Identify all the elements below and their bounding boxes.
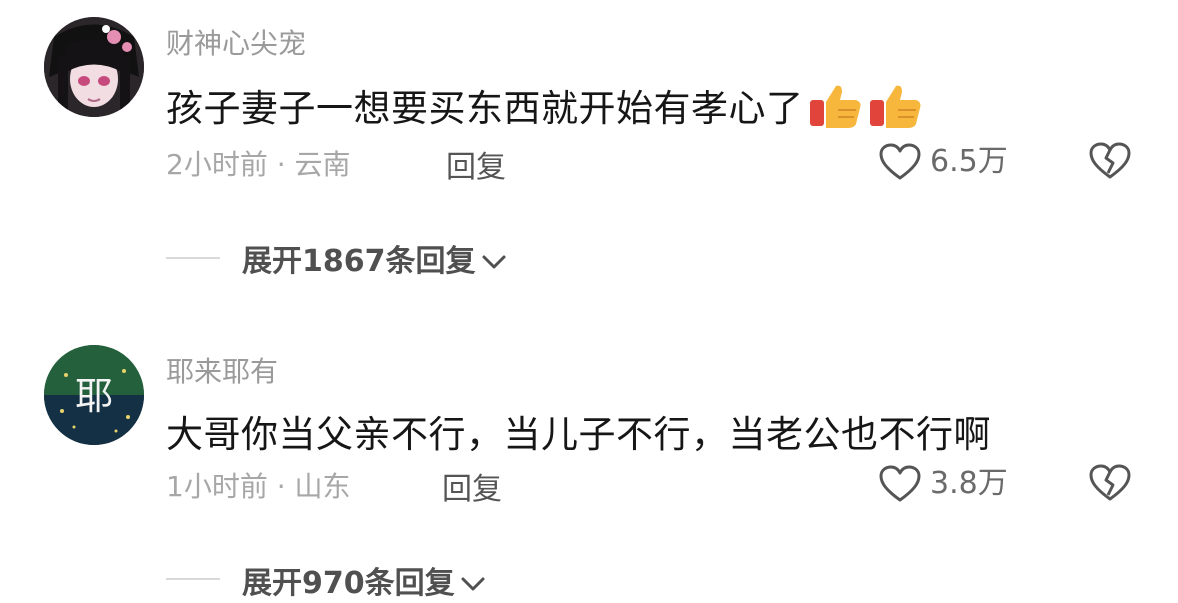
comment-text: 孩子妻子一想要买东西就开始有孝心了 — [166, 78, 924, 139]
expand-divider — [166, 257, 220, 259]
expand-replies-button[interactable]: 展开970条回复 — [242, 558, 487, 602]
like-button[interactable]: 3.8万 — [878, 464, 1028, 504]
chevron-down-icon — [480, 245, 508, 280]
dislike-button[interactable] — [1088, 463, 1132, 507]
comment-text: 大哥你当父亲不行，当儿子不行，当老公也不行啊 — [166, 413, 991, 456]
username[interactable]: 耶来耶有 — [166, 350, 278, 390]
reply-button[interactable]: 回复 — [442, 464, 502, 508]
broken-heart-icon — [1089, 142, 1131, 179]
expand-replies-button[interactable]: 展开1867条回复 — [242, 236, 508, 280]
broken-heart-icon — [1089, 464, 1131, 501]
avatar-illustration — [44, 17, 144, 117]
time-location: 1小时前 · 山东 — [166, 470, 351, 503]
expand-replies-label: 展开1867条回复 — [242, 244, 476, 279]
avatar[interactable] — [44, 17, 144, 117]
heart-icon — [879, 465, 921, 502]
expand-replies-label: 展开970条回复 — [242, 566, 455, 601]
avatar[interactable]: 耶 — [44, 345, 144, 445]
like-count: 6.5万 — [930, 144, 1008, 179]
comment-text-body: 孩子妻子一想要买东西就开始有孝心了 — [166, 87, 804, 130]
avatar-glyph: 耶 — [75, 374, 113, 418]
heart-icon — [879, 143, 921, 180]
time-location: 2小时前 · 云南 — [166, 148, 351, 181]
thumbs-up-icon — [808, 82, 864, 139]
dislike-button[interactable] — [1088, 141, 1132, 185]
thumbs-up-icon — [868, 82, 924, 139]
expand-divider — [166, 578, 220, 580]
like-button[interactable]: 6.5万 — [878, 142, 1028, 182]
avatar-illustration: 耶 — [44, 345, 144, 445]
reply-button[interactable]: 回复 — [446, 142, 506, 186]
chevron-down-icon — [459, 567, 487, 602]
like-count: 3.8万 — [930, 466, 1008, 501]
username[interactable]: 财神心尖宠 — [166, 22, 306, 62]
